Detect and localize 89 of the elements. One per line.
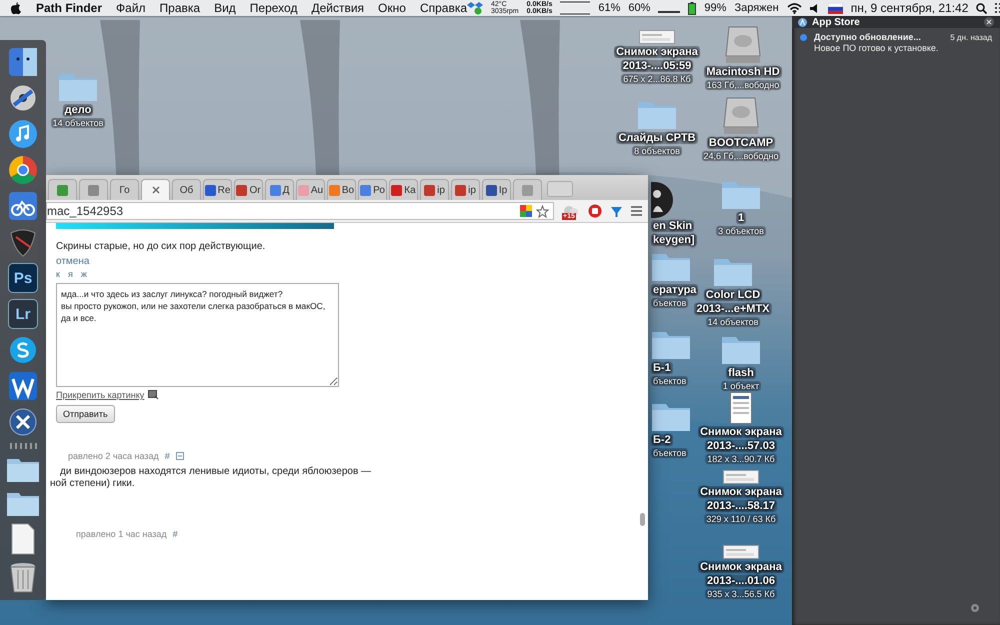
dock-separator-icon bbox=[8, 443, 38, 449]
cancel-link[interactable]: отмена bbox=[56, 256, 90, 267]
close-icon[interactable] bbox=[984, 17, 994, 27]
attach-image-link[interactable]: Прикрепить картинку bbox=[56, 390, 144, 400]
close-icon bbox=[152, 186, 160, 194]
menu-item[interactable]: Действия bbox=[311, 1, 364, 15]
flag-icon bbox=[828, 2, 843, 14]
menu-item[interactable]: Вид bbox=[214, 1, 236, 15]
browser-tab[interactable]: Ка bbox=[389, 179, 418, 200]
memory-usage-text: 60% bbox=[628, 2, 650, 14]
skype-icon bbox=[8, 335, 38, 365]
notification-time: 5 дн. назад bbox=[950, 32, 992, 43]
avatar-icon bbox=[651, 182, 673, 218]
app-icon[interactable]: Lr bbox=[8, 299, 38, 329]
dropbox-icon bbox=[467, 1, 484, 15]
browser-tab[interactable]: ip bbox=[420, 179, 449, 200]
search-icon bbox=[976, 2, 988, 14]
finder-icon bbox=[8, 47, 38, 77]
network-graph-icon bbox=[560, 1, 590, 15]
browser-tab[interactable]: Ip bbox=[482, 179, 511, 200]
notification-body: Новое ПО готово к установке. bbox=[814, 43, 940, 54]
browser-tab[interactable]: Or bbox=[234, 179, 263, 200]
image-icon bbox=[148, 390, 160, 400]
x-icon bbox=[8, 407, 38, 437]
browser-tab[interactable]: Д bbox=[265, 179, 294, 200]
notification-title: Доступно обновление... bbox=[814, 32, 922, 43]
format-button[interactable]: к bbox=[56, 269, 60, 279]
anchor-link[interactable]: # bbox=[164, 451, 170, 461]
hard-drive-icon bbox=[725, 26, 761, 64]
battery-percent-text: 99% bbox=[704, 2, 726, 14]
scrollbar-thumb[interactable] bbox=[640, 513, 645, 526]
document-icon bbox=[11, 523, 35, 555]
browser-tab[interactable]: ip bbox=[451, 179, 480, 200]
browser-tab[interactable] bbox=[79, 179, 108, 200]
comment-text: ди виндоюзеров находятся ленивые идиоты, среди яблоюзеров — bbox=[60, 466, 372, 477]
trash-icon bbox=[9, 561, 37, 593]
disk-usage-text: 61% bbox=[598, 2, 620, 14]
app-icon[interactable]: Ps bbox=[8, 263, 38, 293]
menu-item[interactable]: Окно bbox=[378, 1, 406, 15]
unread-dot bbox=[800, 34, 807, 41]
screenshot-thumbnail-icon bbox=[639, 30, 675, 44]
comment-text: Скрины старые, но до сих пор действующие. bbox=[56, 241, 266, 252]
battery-icon bbox=[688, 2, 696, 14]
guitar-pick-icon bbox=[8, 227, 38, 257]
menu-item[interactable]: Файл bbox=[116, 1, 146, 15]
browser-tab[interactable] bbox=[141, 179, 170, 200]
stop-sign-icon[interactable] bbox=[588, 204, 602, 218]
reply-field[interactable]: мда...и что здесь из заслуг линукса? погодный виджет? вы просто рукожоп, или не захотели слегка разобраться в макОС, да и все. bbox=[56, 283, 339, 387]
music-note-icon bbox=[8, 119, 38, 149]
browser-tab[interactable]: Во bbox=[327, 179, 356, 200]
menu-icon[interactable] bbox=[631, 206, 642, 216]
wifi-icon bbox=[786, 2, 802, 14]
format-button[interactable]: я bbox=[68, 269, 73, 279]
apple-icon bbox=[10, 2, 22, 14]
browser-tab[interactable]: Re bbox=[203, 179, 232, 200]
browser-tab[interactable]: Ро bbox=[358, 179, 387, 200]
comment-time: равлено 2 часа назад bbox=[68, 451, 159, 461]
browser-tab[interactable]: Го bbox=[110, 179, 139, 200]
screenshot-thumbnail-icon bbox=[723, 545, 759, 559]
bicycle-icon bbox=[8, 191, 38, 221]
anchor-link[interactable]: # bbox=[172, 529, 178, 539]
menu-item[interactable]: Переход bbox=[250, 1, 298, 15]
speaker-icon bbox=[810, 2, 820, 14]
submit-button[interactable]: Отправить bbox=[56, 405, 115, 423]
colored-squares-icon bbox=[520, 205, 532, 217]
browser-tab[interactable]: Au bbox=[296, 179, 325, 200]
menu-item[interactable]: Правка bbox=[160, 1, 200, 15]
comment-text: ной степени) гики. bbox=[50, 478, 136, 489]
format-button[interactable]: ж bbox=[80, 269, 87, 279]
browser-icon bbox=[8, 155, 38, 185]
browser-tab[interactable]: Об bbox=[172, 179, 201, 200]
funnel-icon[interactable] bbox=[610, 204, 623, 218]
collapse-icon[interactable] bbox=[176, 452, 184, 460]
gear-icon bbox=[968, 603, 982, 613]
battery-state-text: Заряжен bbox=[734, 2, 779, 14]
star-icon[interactable] bbox=[536, 204, 549, 218]
address-bar[interactable]: mac_1542953 bbox=[46, 202, 554, 220]
menu-item[interactable]: Справка bbox=[420, 1, 468, 15]
notification-app-title: App Store bbox=[812, 16, 861, 28]
comment-time: правлено 1 час назад bbox=[76, 529, 167, 539]
wave-icon bbox=[8, 371, 38, 401]
hard-drive-icon bbox=[723, 97, 759, 135]
screenshot-thumbnail-icon bbox=[723, 470, 759, 484]
disc-icon bbox=[8, 83, 38, 113]
browser-tab[interactable] bbox=[48, 179, 77, 200]
app-store-icon bbox=[798, 18, 807, 26]
app-menu[interactable]: Path Finder bbox=[36, 1, 102, 15]
document-thumbnail-icon bbox=[730, 392, 752, 424]
clock-text: пн, 9 сентября, 21:42 bbox=[850, 1, 968, 15]
